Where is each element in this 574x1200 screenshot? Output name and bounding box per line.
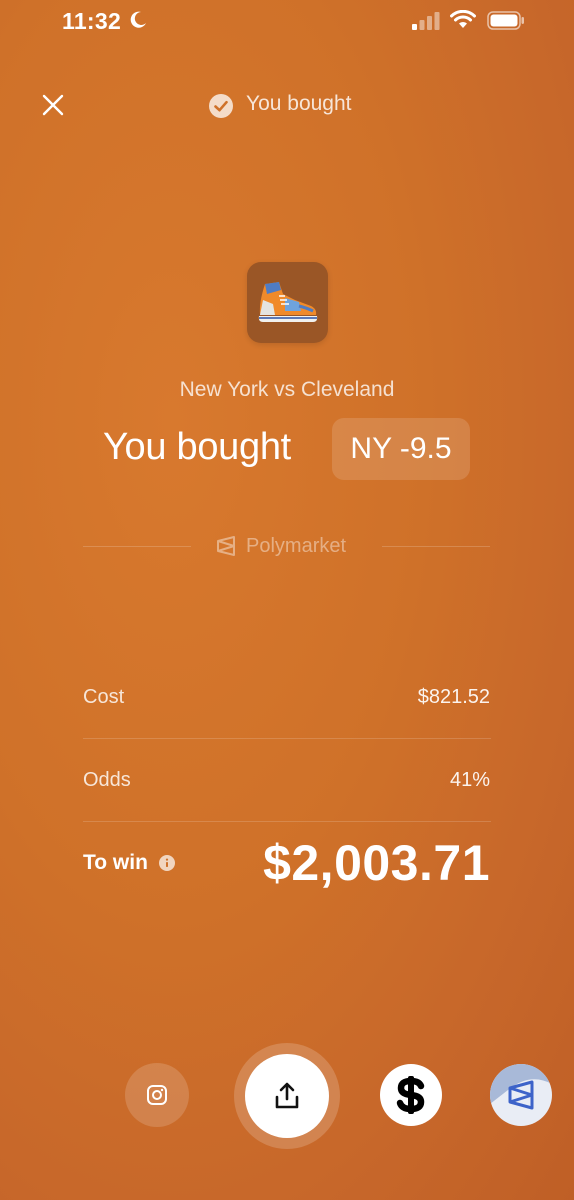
divider: [382, 546, 490, 547]
to-win-label: To win: [83, 851, 148, 874]
position-badge: NY -9.5: [332, 418, 470, 480]
info-icon[interactable]: [159, 855, 175, 871]
cellular-signal-icon: [412, 12, 440, 30]
close-icon[interactable]: [40, 92, 66, 118]
odds-value: 41%: [449, 769, 490, 791]
sneaker-icon: [258, 282, 318, 322]
instagram-share-button[interactable]: [125, 1063, 189, 1127]
cost-label: Cost: [83, 686, 125, 708]
to-win-amount: $2,003.71: [263, 835, 490, 891]
cash-app-share-button[interactable]: [380, 1064, 442, 1126]
share-icon: [275, 1082, 299, 1109]
share-button[interactable]: [245, 1054, 329, 1138]
polymarket-label: Polymarket: [246, 535, 347, 557]
cash-app-icon: [396, 1076, 425, 1114]
bought-headline: You bought: [103, 426, 291, 468]
status-time: 11:32: [62, 8, 122, 34]
row-divider: [83, 738, 491, 739]
cost-value: $821.52: [417, 686, 490, 708]
polymarket-app-button[interactable]: [490, 1064, 552, 1126]
instagram-icon: [147, 1085, 167, 1105]
sneaker-token-icon: [247, 262, 328, 343]
row-divider: [83, 821, 491, 822]
divider: [83, 546, 191, 547]
polymarket-logo-icon: [217, 536, 235, 556]
polymarket-app-icon: [490, 1064, 552, 1110]
matchup-title: New York vs Cleveland: [179, 378, 395, 401]
battery-icon: [487, 11, 524, 30]
moon-icon: [130, 11, 146, 28]
check-circle-icon: [209, 94, 233, 118]
header-title: You bought: [246, 92, 352, 115]
odds-label: Odds: [83, 769, 131, 791]
wifi-icon: [450, 10, 476, 28]
